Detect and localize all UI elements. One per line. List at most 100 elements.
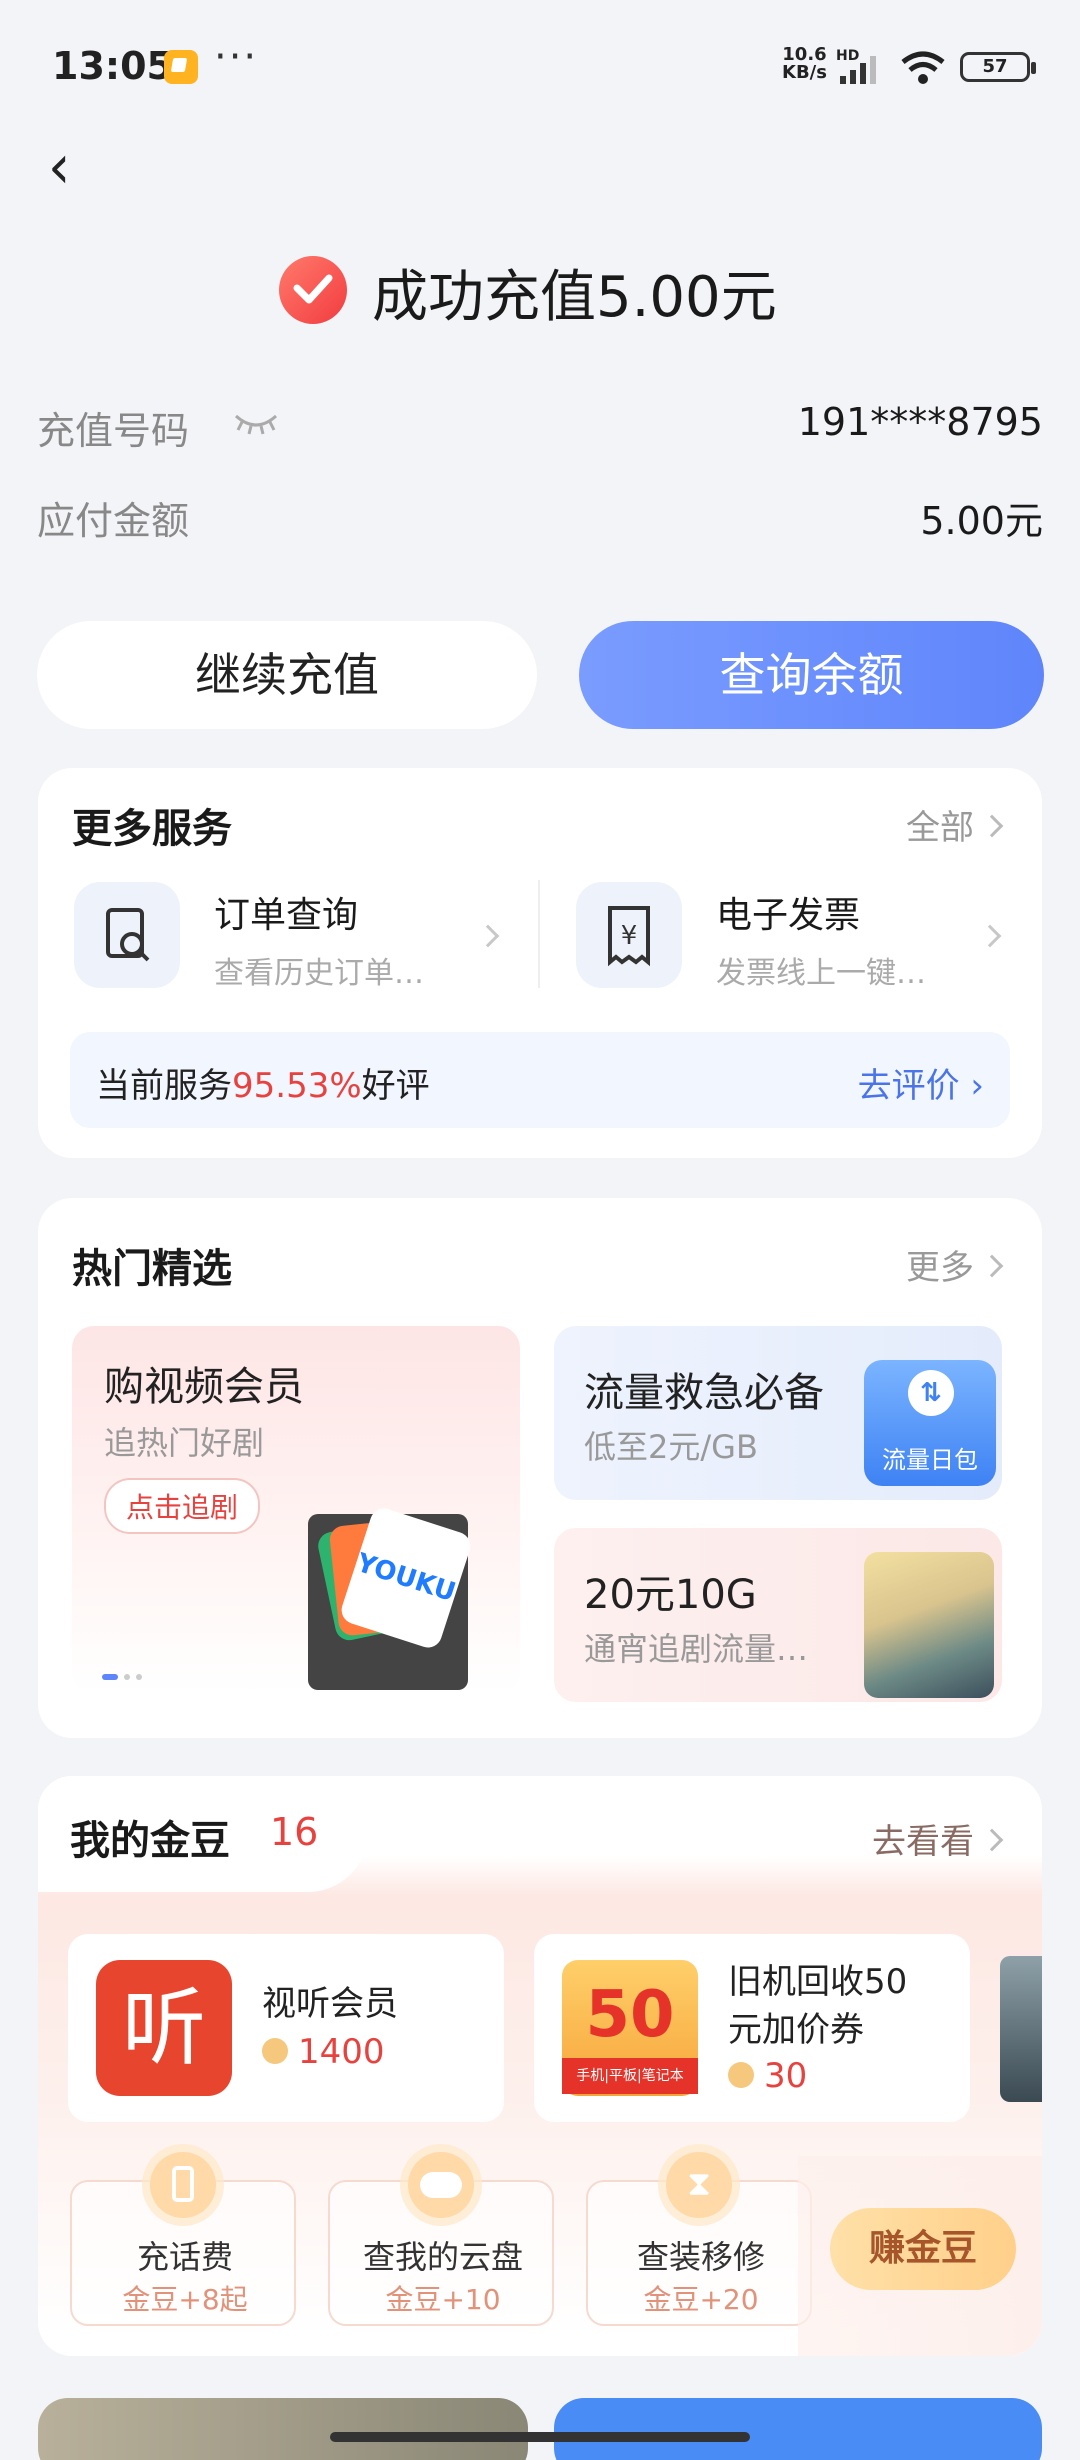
carousel-dot bbox=[136, 1674, 142, 1680]
trade-in-coupon-product[interactable]: 50 手机|平板|笔记本 旧机回收50 元加价券 30 bbox=[534, 1934, 970, 2122]
data-rescue-banner[interactable]: 流量救急必备 低至2元/GB ⇅ 流量日包 bbox=[554, 1326, 1002, 1500]
task-recharge[interactable]: 充话费 金豆+8起 bbox=[70, 2152, 296, 2326]
chevron-right-icon bbox=[980, 1828, 1004, 1851]
services-all-label: 全部 bbox=[906, 808, 974, 848]
services-title: 更多服务 bbox=[72, 806, 232, 852]
phone-value: 191****8795 bbox=[797, 400, 1043, 444]
home-indicator[interactable] bbox=[330, 2432, 750, 2442]
amount-value: 5.00元 bbox=[920, 499, 1043, 543]
e-invoice-title[interactable]: 电子发票 bbox=[716, 886, 860, 938]
coupon-amount: 50 bbox=[585, 1978, 675, 2052]
20yuan-10g-subtitle: 通宵追剧流量… bbox=[584, 1630, 809, 1668]
order-query-subtitle: 查看历史订单… bbox=[214, 956, 424, 991]
order-query-title[interactable]: 订单查询 bbox=[214, 886, 358, 938]
chevron-right-icon bbox=[980, 814, 1004, 837]
daily-pack-label: 流量日包 bbox=[882, 1446, 978, 1474]
check-balance-button[interactable]: 查询余额 bbox=[579, 621, 1044, 729]
battery-icon: 57 bbox=[960, 52, 1036, 82]
phone-label: 充值号码 bbox=[37, 409, 190, 453]
status-bar: 13:05 ··· 10.6 KB/s HD 57 bbox=[0, 0, 1080, 136]
daily-pack-badge: ⇅ 流量日包 bbox=[864, 1360, 996, 1486]
next-section-image bbox=[38, 2398, 528, 2460]
status-time: 13:05 bbox=[52, 44, 173, 88]
task-cloud-reward: 金豆+10 bbox=[385, 2283, 501, 2316]
signal-icon bbox=[840, 56, 876, 84]
notes-app-icon bbox=[164, 50, 198, 84]
hot-more-link[interactable]: 更多 bbox=[906, 1240, 1004, 1289]
coupon-subtitle: 手机|平板|笔记本 bbox=[562, 2058, 698, 2094]
video-vip-banner[interactable]: 购视频会员 追热门好剧 点击追剧 YOUKU bbox=[72, 1326, 520, 1694]
av-vip-title: 视听会员 bbox=[262, 1984, 398, 2024]
gold-more-link[interactable]: 去看看 bbox=[872, 1814, 1004, 1863]
gold-bean-icon bbox=[262, 2037, 288, 2064]
youku-box-image: YOUKU bbox=[308, 1504, 474, 1690]
gold-count: 16 bbox=[270, 1810, 319, 1854]
phone-shape bbox=[172, 2166, 194, 2202]
back-button[interactable]: ‹ bbox=[48, 136, 108, 203]
hot-more-label: 更多 bbox=[906, 1248, 974, 1288]
carousel-dot-active bbox=[102, 1674, 118, 1680]
gold-title: 我的金豆 bbox=[70, 1818, 230, 1864]
rating-percent: 95.53% bbox=[232, 1066, 362, 1106]
rating-prefix: 当前服务 bbox=[96, 1066, 232, 1106]
gold-bean-icon bbox=[728, 2061, 754, 2088]
trade-in-title: 旧机回收50 元加价券 bbox=[728, 1958, 907, 2054]
video-vip-subtitle: 追热门好剧 bbox=[104, 1424, 265, 1462]
task-install-title: 查装移修 bbox=[636, 2238, 765, 2276]
order-search-icon bbox=[74, 882, 180, 988]
next-section-banner bbox=[554, 2398, 1042, 2460]
trade-in-price: 30 bbox=[728, 2056, 807, 2096]
task-recharge-reward: 金豆+8起 bbox=[122, 2283, 248, 2316]
invoice-icon: ¥ bbox=[576, 882, 682, 988]
gold-more-label: 去看看 bbox=[872, 1822, 974, 1862]
earn-beans-button[interactable]: 赚金豆 bbox=[830, 2208, 1016, 2290]
video-vip-title: 购视频会员 bbox=[104, 1364, 304, 1410]
success-check-icon bbox=[279, 256, 347, 324]
chase-drama-tag[interactable]: 点击追剧 bbox=[104, 1478, 261, 1534]
ting-app-logo: 听 bbox=[96, 1960, 232, 2096]
cloud-shape bbox=[420, 2172, 462, 2198]
e-invoice-subtitle: 发票线上一键… bbox=[716, 956, 926, 991]
trade-in-title-line2: 元加价券 bbox=[728, 2010, 864, 2050]
task-cloud-disk[interactable]: 查我的云盘 金豆+10 bbox=[328, 2152, 554, 2326]
gold-beans-card: 我的金豆 16 去看看 听 视听会员 1400 50 手机|平板|笔记本 旧机回… bbox=[38, 1776, 1042, 2356]
data-rescue-title: 流量救急必备 bbox=[584, 1370, 824, 1416]
task-install-repair[interactable]: ⧗ 查装移修 金豆+20 bbox=[586, 2152, 812, 2326]
services-all-link[interactable]: 全部 bbox=[906, 800, 1004, 849]
av-vip-product[interactable]: 听 视听会员 1400 bbox=[68, 1934, 504, 2122]
av-vip-price-value: 1400 bbox=[298, 2032, 385, 2072]
success-title: 成功充值5.00元 bbox=[372, 265, 777, 330]
eye-closed-icon[interactable] bbox=[234, 412, 278, 436]
hourglass-icon: ⧗ bbox=[666, 2152, 732, 2218]
drama-poster-image bbox=[864, 1552, 994, 1698]
wifi-icon bbox=[901, 51, 945, 84]
hourglass-glyph: ⧗ bbox=[687, 2164, 711, 2204]
divider bbox=[538, 880, 540, 988]
20yuan-10g-banner[interactable]: 20元10G 通宵追剧流量… bbox=[554, 1528, 1002, 1702]
amount-label: 应付金额 bbox=[37, 499, 190, 543]
data-arrows-icon: ⇅ bbox=[908, 1370, 954, 1416]
rating-suffix: 好评 bbox=[361, 1066, 430, 1106]
cloud-disk-icon bbox=[408, 2152, 474, 2218]
net-speed-unit: KB/s bbox=[782, 62, 827, 83]
network-speed: 10.6 KB/s bbox=[782, 46, 827, 82]
av-vip-price: 1400 bbox=[262, 2032, 385, 2072]
chevron-right-icon bbox=[980, 1254, 1004, 1277]
more-notifications-icon: ··· bbox=[214, 34, 259, 80]
data-rescue-subtitle: 低至2元/GB bbox=[584, 1428, 758, 1466]
task-recharge-title: 充话费 bbox=[136, 2238, 233, 2276]
rate-service-link[interactable]: 去评价 › bbox=[858, 1058, 984, 1107]
hot-title: 热门精选 bbox=[72, 1246, 232, 1292]
svg-text:¥: ¥ bbox=[621, 921, 638, 951]
rating-bar: 当前服务95.53%好评 去评价 › bbox=[70, 1032, 1010, 1128]
rate-action-label: 去评价 bbox=[857, 1066, 960, 1106]
phone-recharge-icon bbox=[150, 2152, 216, 2218]
20yuan-10g-title: 20元10G bbox=[584, 1572, 757, 1618]
trade-in-price-value: 30 bbox=[764, 2056, 808, 2096]
rating-text: 当前服务95.53%好评 bbox=[96, 1058, 430, 1107]
next-product-peek[interactable] bbox=[1000, 1956, 1042, 2102]
task-install-reward: 金豆+20 bbox=[643, 2283, 759, 2316]
continue-recharge-button[interactable]: 继续充值 bbox=[37, 621, 537, 729]
task-cloud-title: 查我的云盘 bbox=[362, 2238, 523, 2276]
coupon-image: 50 手机|平板|笔记本 bbox=[562, 1960, 698, 2096]
